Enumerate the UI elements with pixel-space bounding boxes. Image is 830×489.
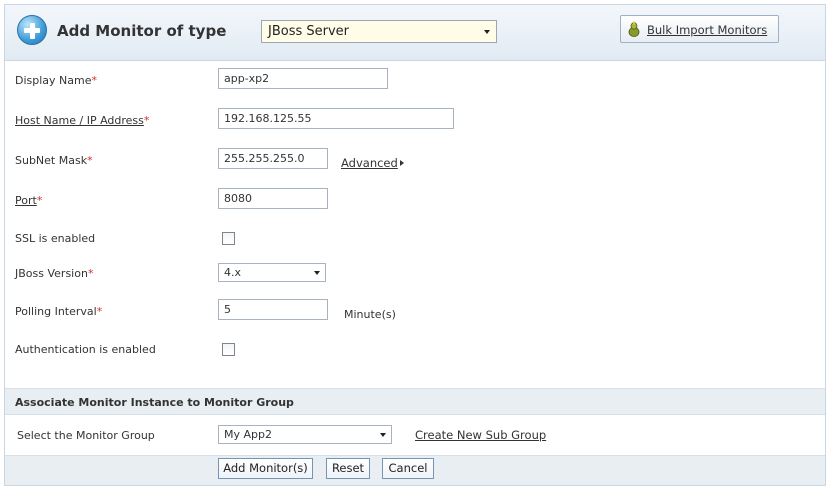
panel-header: Add Monitor of type JBoss Server Bulk Im… [5,5,825,61]
polling-interval-input[interactable]: 5 [218,299,328,320]
auth-label: Authentication is enabled [15,343,156,356]
subnet-label: SubNet Mask* [15,154,93,167]
port-label[interactable]: Port* [15,194,42,207]
ssl-label: SSL is enabled [15,232,96,245]
monitor-type-select[interactable]: JBoss Server [261,20,497,43]
display-name-input[interactable]: app-xp2 [218,68,388,89]
cancel-button[interactable]: Cancel [382,458,434,479]
jboss-version-label: JBoss Version* [15,267,94,280]
add-monitor-button[interactable]: Add Monitor(s) [218,458,313,479]
chevron-down-icon [380,433,386,437]
bulk-import-button[interactable]: Bulk Import Monitors [620,15,779,43]
add-monitor-panel: Add Monitor of type JBoss Server Bulk Im… [4,4,826,486]
polling-interval-label: Polling Interval* [15,305,103,318]
monitor-group-label: Select the Monitor Group [17,429,155,442]
page-title: Add Monitor of type [57,22,227,40]
subnet-input[interactable]: 255.255.255.0 [218,148,328,169]
chevron-down-icon [314,271,320,275]
ssl-checkbox[interactable] [222,232,235,245]
host-input[interactable]: 192.168.125.55 [218,108,454,129]
port-input[interactable]: 8080 [218,188,328,209]
monitor-group-section: Associate Monitor Instance to Monitor Gr… [5,388,825,415]
auth-checkbox[interactable] [222,343,235,356]
bulk-import-label: Bulk Import Monitors [647,23,768,37]
create-sub-group-link[interactable]: Create New Sub Group [415,428,546,442]
jboss-version-value: 4.x [224,266,242,279]
import-package-icon [628,21,640,37]
polling-unit: Minute(s) [344,308,396,321]
section-title: Associate Monitor Instance to Monitor Gr… [15,396,294,409]
monitor-group-select[interactable]: My App2 [218,425,392,444]
reset-button[interactable]: Reset [326,458,370,479]
jboss-version-select[interactable]: 4.x [218,263,326,282]
chevron-right-icon [400,160,404,166]
monitor-group-value: My App2 [224,428,272,441]
host-label[interactable]: Host Name / IP Address* [15,114,149,127]
form-footer: Add Monitor(s) Reset Cancel [5,455,825,485]
advanced-link[interactable]: Advanced [341,156,398,170]
monitor-type-value: JBoss Server [268,24,350,39]
display-name-label: Display Name* [15,74,97,87]
add-circle-icon [17,15,47,45]
chevron-down-icon [484,30,490,34]
